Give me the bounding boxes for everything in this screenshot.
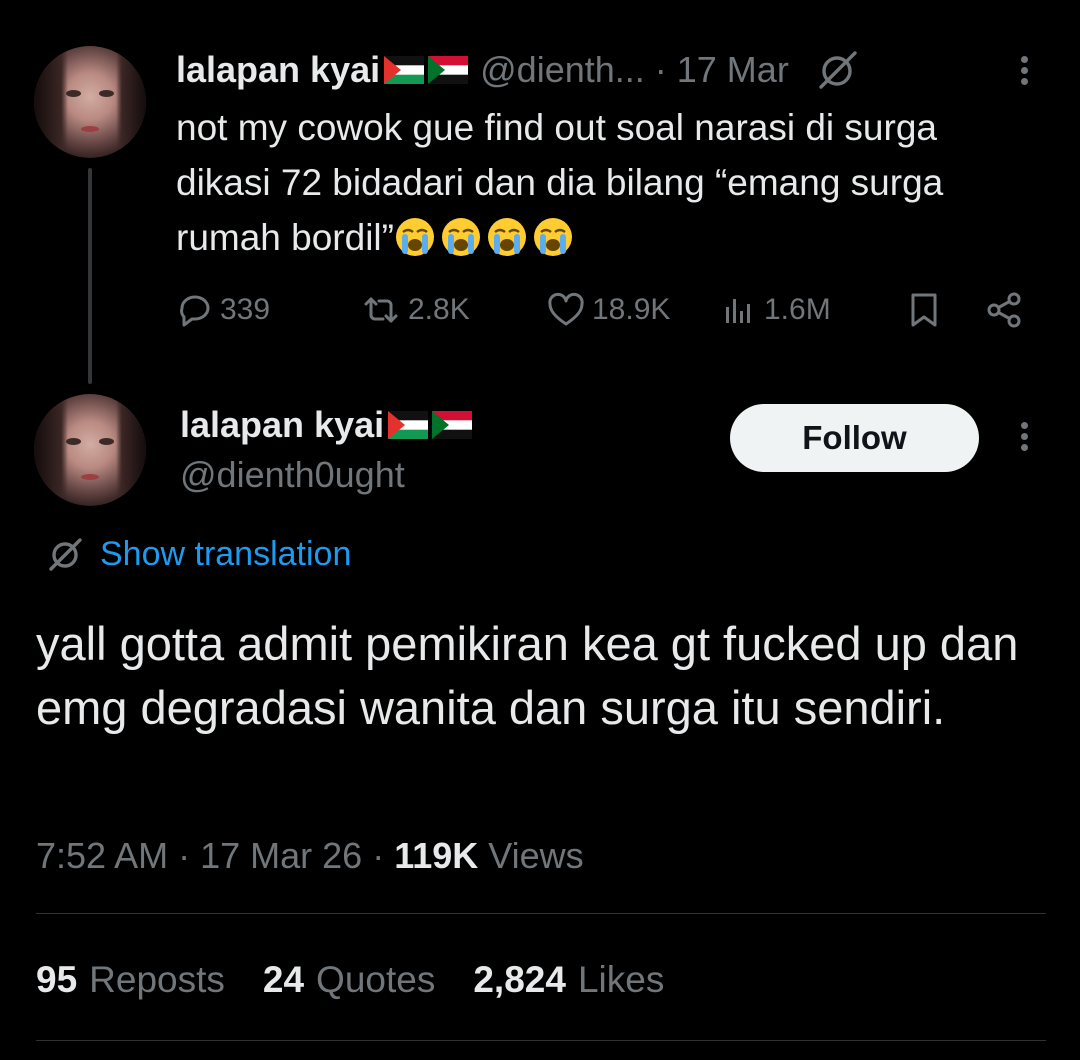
tweet2-name-row: lalapan kyai [180, 404, 473, 446]
avatar[interactable] [34, 394, 146, 506]
divider [36, 1040, 1046, 1041]
display-name[interactable]: lalapan kyai [176, 49, 380, 91]
views-label: Views [488, 835, 584, 876]
emoji-group [394, 217, 578, 258]
repost-count: 2.8K [408, 293, 470, 326]
tweet2-text: yall gotta admit pemikiran kea gt fucked… [36, 617, 1019, 734]
tweet-date[interactable]: 17 Mar [677, 49, 789, 91]
display-name[interactable]: lalapan kyai [180, 404, 384, 446]
reposts-label[interactable]: Reposts [89, 959, 225, 1001]
heart-icon [548, 292, 584, 326]
loudly-crying-face-icon [394, 216, 436, 258]
thread-line [88, 168, 92, 384]
loudly-crying-face-icon [440, 216, 482, 258]
share-button[interactable] [984, 288, 1030, 332]
analytics-icon [726, 299, 750, 323]
engagement-stats: 95 Reposts 24 Quotes 2,824 Likes [36, 956, 702, 1004]
like-count: 18.9K [592, 293, 671, 326]
bookmark-icon [911, 293, 937, 327]
tweet-meta: 7:52 AM · 17 Mar 26 · 119K Views [36, 832, 584, 880]
palestine-flag-icon [384, 56, 425, 84]
sudan-flag-icon [428, 56, 469, 84]
repost-button[interactable]: 2.8K [360, 288, 470, 332]
follow-button[interactable]: Follow [730, 404, 979, 472]
sudan-flag-icon [432, 411, 473, 439]
handle[interactable]: @dienth... [480, 49, 645, 91]
handle[interactable]: @dienth0ught [180, 454, 405, 496]
more-options-icon[interactable] [1018, 52, 1030, 89]
views-count: 119K [394, 835, 479, 876]
show-translation-label: Show translation [100, 534, 352, 573]
separator: · [372, 835, 385, 876]
tweet1-header: lalapan kyai @dienth... · 17 Mar [176, 48, 861, 92]
repost-icon [364, 297, 398, 323]
views-count: 1.6M [764, 293, 831, 326]
bookmark-button[interactable] [906, 288, 948, 332]
tweet-date[interactable]: 17 Mar 26 [200, 835, 362, 877]
palestine-flag-icon [388, 411, 429, 439]
separator: · [178, 835, 191, 876]
translate-icon [49, 538, 82, 571]
likes-label[interactable]: Likes [578, 959, 664, 1001]
reply-count: 339 [220, 293, 271, 326]
divider [36, 913, 1046, 914]
views-button[interactable]: 1.6M [722, 288, 831, 332]
loudly-crying-face-icon [532, 216, 574, 258]
like-button[interactable]: 18.9K [546, 288, 670, 332]
more-options-icon[interactable] [1018, 418, 1030, 455]
quotes-count[interactable]: 24 [263, 959, 304, 1001]
show-translation-link[interactable]: Show translation [46, 532, 351, 576]
reply-icon [180, 295, 210, 327]
tweet-time[interactable]: 7:52 AM [36, 835, 168, 877]
separator: · [654, 49, 667, 90]
grok-icon[interactable] [815, 47, 861, 93]
tweet1-actions: 339 2.8K 18.9K 1.6M [176, 288, 1046, 332]
quotes-label[interactable]: Quotes [316, 959, 435, 1001]
reposts-count[interactable]: 95 [36, 959, 77, 1001]
loudly-crying-face-icon [486, 216, 528, 258]
reply-button[interactable]: 339 [176, 288, 270, 332]
likes-count[interactable]: 2,824 [473, 959, 566, 1001]
share-icon [987, 292, 1021, 328]
avatar[interactable] [34, 46, 146, 158]
tweet1-text: not my cowok gue find out soal narasi di… [176, 100, 976, 265]
